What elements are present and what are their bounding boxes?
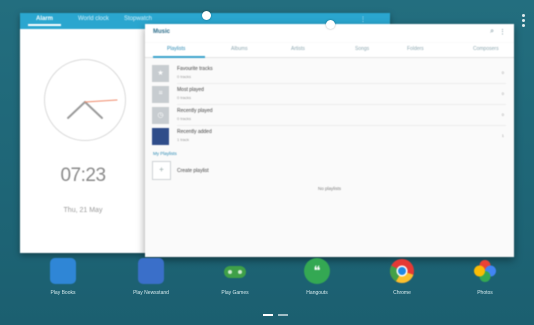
app-label: Chrome bbox=[393, 290, 411, 296]
chrome-icon bbox=[389, 258, 415, 284]
app-label: Play Games bbox=[221, 290, 249, 296]
divider bbox=[177, 83, 506, 84]
playlist-row[interactable]: ◷ Recently played 0 tracks 0 bbox=[152, 106, 506, 126]
tab-artists[interactable]: Artists bbox=[291, 46, 305, 52]
digital-time: 07:23 bbox=[60, 165, 106, 186]
app-label: Hangouts bbox=[306, 290, 328, 296]
dock-app[interactable]: ❝ Hangouts bbox=[287, 258, 347, 297]
music-title: Music bbox=[153, 29, 171, 35]
playlist-title: Recently added bbox=[177, 129, 212, 135]
dock-app[interactable]: Play Games bbox=[205, 258, 265, 297]
my-playlists-header: My Playlists bbox=[153, 151, 177, 156]
hangouts-icon: ❝ bbox=[304, 258, 330, 284]
app-label: Play Books bbox=[50, 290, 76, 296]
tab-albums[interactable]: Albums bbox=[231, 46, 248, 52]
play-games-icon bbox=[222, 258, 248, 284]
playlist-title: Most played bbox=[177, 87, 204, 93]
analog-clock bbox=[44, 59, 126, 141]
app-label: Play Newsstand bbox=[133, 290, 169, 296]
app-label: Photos bbox=[477, 290, 493, 296]
page-indicator[interactable] bbox=[278, 314, 288, 316]
tab-playlists[interactable]: Playlists bbox=[167, 46, 185, 52]
add-playlist-icon[interactable]: + bbox=[152, 161, 171, 180]
create-playlist-button[interactable]: Create playlist bbox=[177, 168, 209, 174]
playlist-count: 1 bbox=[501, 133, 504, 138]
album-art-icon bbox=[152, 128, 169, 145]
playlist-subtitle: 0 tracks bbox=[177, 95, 192, 100]
dock-app[interactable]: Chrome bbox=[372, 258, 432, 297]
tab-stopwatch[interactable]: Stopwatch bbox=[124, 16, 152, 22]
window-resize-handle[interactable] bbox=[202, 11, 211, 20]
empty-playlists-note: No playlists bbox=[317, 186, 341, 191]
playlist-subtitle: 1 track bbox=[177, 137, 190, 142]
overflow-menu-icon[interactable] bbox=[522, 14, 526, 29]
tab-alarm[interactable]: Alarm bbox=[27, 16, 62, 26]
playlist-count: 0 bbox=[501, 112, 504, 117]
dock-app[interactable]: Photos bbox=[455, 258, 515, 297]
window-resize-handle[interactable] bbox=[326, 20, 335, 29]
app-dock: Play Books Play Newsstand Play Games ❝ H… bbox=[0, 258, 534, 318]
dock-app[interactable]: Play Newsstand bbox=[121, 258, 181, 297]
clock-hands-icon bbox=[67, 99, 118, 119]
clock-date: Thu, 21 May bbox=[63, 207, 103, 214]
clock-more-icon[interactable]: ⋮ bbox=[360, 16, 366, 23]
star-icon: ★ bbox=[152, 65, 169, 82]
playlist-count: 0 bbox=[501, 70, 504, 75]
photos-icon bbox=[472, 258, 498, 284]
playlist-count: 0 bbox=[501, 91, 504, 96]
playlist-row[interactable]: ★ Favourite tracks 0 tracks 0 bbox=[152, 64, 506, 84]
search-icon[interactable]: ⌕ bbox=[490, 28, 494, 36]
page-indicator-active[interactable] bbox=[263, 314, 273, 316]
clock-icon: ◷ bbox=[152, 107, 169, 124]
dock-app[interactable]: Play Books bbox=[33, 258, 93, 297]
divider bbox=[177, 104, 506, 105]
play-books-icon bbox=[50, 258, 76, 284]
tab-composers[interactable]: Composers bbox=[473, 46, 499, 52]
playlist-row[interactable]: ≡ Most played 0 tracks 0 bbox=[152, 85, 506, 105]
list-icon: ≡ bbox=[152, 86, 169, 103]
music-window[interactable]: Music ⌕ ⋮ Playlists Albums Artists Songs… bbox=[145, 24, 514, 257]
active-tab-indicator bbox=[153, 56, 205, 58]
more-options-icon[interactable]: ⋮ bbox=[499, 28, 506, 36]
tab-world-clock[interactable]: World clock bbox=[78, 16, 109, 22]
playlist-subtitle: 0 tracks bbox=[177, 74, 192, 79]
tab-songs[interactable]: Songs bbox=[355, 46, 369, 52]
play-newsstand-icon bbox=[138, 258, 164, 284]
playlist-title: Recently played bbox=[177, 108, 213, 114]
tab-folders[interactable]: Folders bbox=[407, 46, 424, 52]
playlist-row[interactable]: Recently added 1 track 1 bbox=[152, 127, 506, 145]
playlist-subtitle: 0 tracks bbox=[177, 116, 192, 121]
divider bbox=[177, 125, 506, 126]
playlist-title: Favourite tracks bbox=[177, 66, 213, 72]
